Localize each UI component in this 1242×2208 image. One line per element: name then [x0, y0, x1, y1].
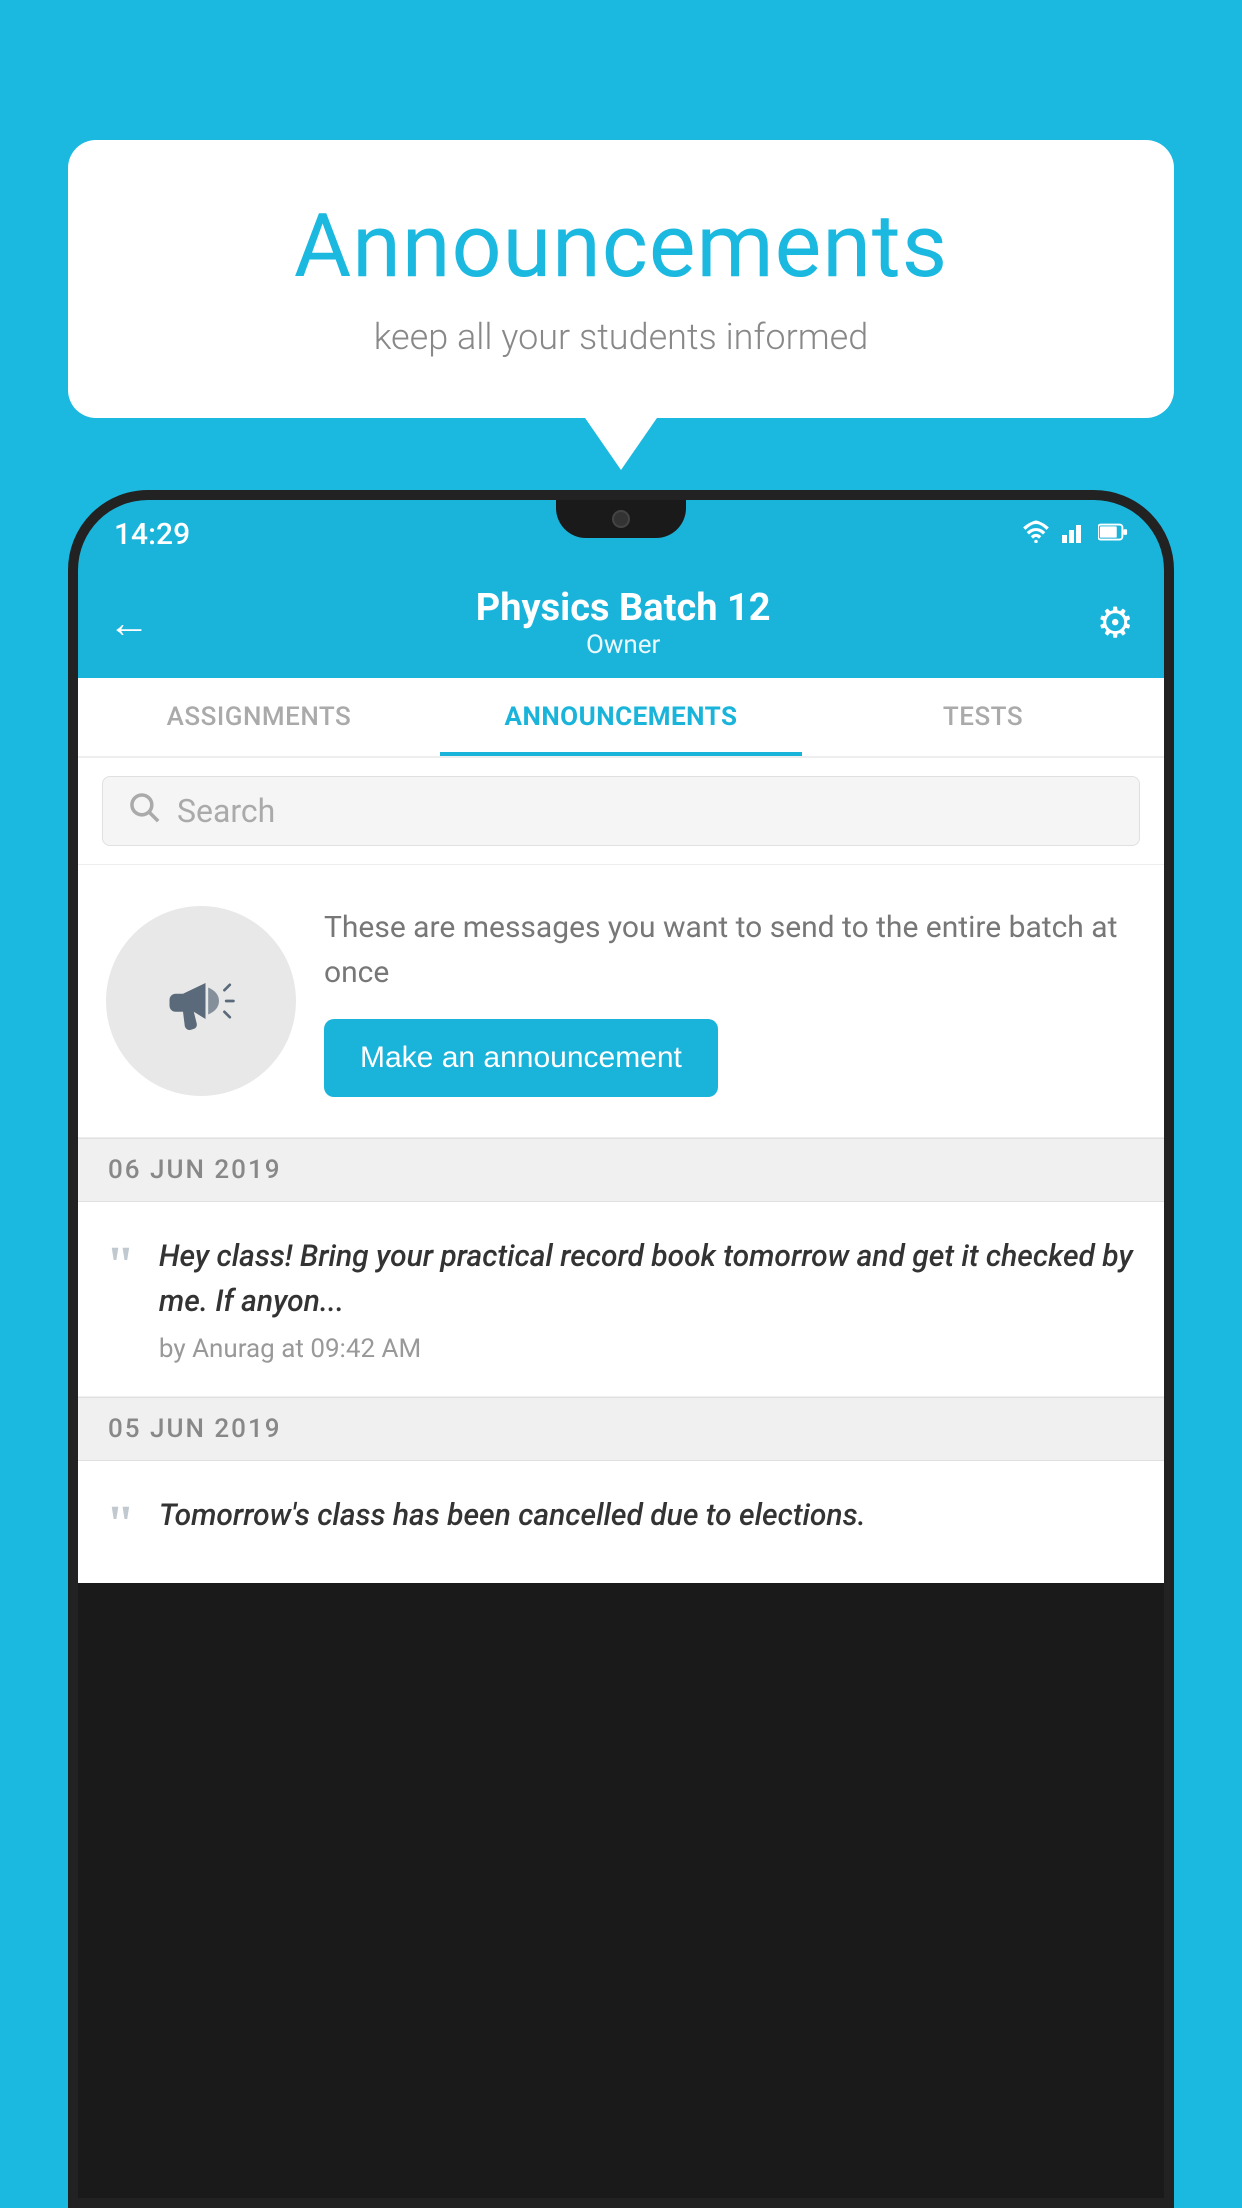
announcement-text-1: Hey class! Bring your practical record b…	[159, 1234, 1136, 1324]
promo-icon-circle	[106, 906, 296, 1096]
header-title-container: Physics Batch 12 Owner	[150, 586, 1096, 660]
status-bar: 14:29	[78, 500, 1164, 568]
announcement-meta-1: by Anurag at 09:42 AM	[159, 1334, 1136, 1364]
promo-right: These are messages you want to send to t…	[324, 905, 1136, 1097]
search-icon	[127, 790, 161, 833]
speech-bubble-title: Announcements	[128, 195, 1114, 298]
app-header: ← Physics Batch 12 Owner ⚙	[78, 568, 1164, 678]
battery-icon	[1098, 519, 1128, 549]
back-button[interactable]: ←	[108, 599, 150, 648]
speech-bubble-subtitle: keep all your students informed	[128, 316, 1114, 358]
announcement-item-2[interactable]: " Tomorrow's class has been cancelled du…	[78, 1461, 1164, 1583]
tab-assignments[interactable]: ASSIGNMENTS	[78, 678, 440, 756]
search-bar[interactable]: Search	[102, 776, 1140, 846]
promo-description: These are messages you want to send to t…	[324, 905, 1136, 995]
header-title: Physics Batch 12	[150, 586, 1096, 630]
date-separator-1: 06 JUN 2019	[78, 1138, 1164, 1202]
megaphone-icon	[156, 956, 246, 1046]
announcement-text-2: Tomorrow's class has been cancelled due …	[159, 1493, 1136, 1538]
announcement-content-2: Tomorrow's class has been cancelled due …	[159, 1493, 1136, 1548]
tab-announcements[interactable]: ANNOUNCEMENTS	[440, 678, 802, 756]
settings-icon[interactable]: ⚙	[1096, 598, 1134, 648]
date-separator-2: 05 JUN 2019	[78, 1397, 1164, 1461]
quote-icon-2: "	[106, 1499, 135, 1551]
search-placeholder: Search	[177, 792, 275, 830]
notch	[556, 500, 686, 538]
wifi-icon	[1022, 519, 1050, 550]
make-announcement-button[interactable]: Make an announcement	[324, 1019, 718, 1097]
speech-bubble: Announcements keep all your students inf…	[68, 140, 1174, 418]
tab-tests[interactable]: TESTS	[802, 678, 1164, 756]
signal-icon	[1062, 519, 1086, 550]
phone-frame: 14:29	[68, 490, 1174, 2208]
announcement-item-1[interactable]: " Hey class! Bring your practical record…	[78, 1202, 1164, 1397]
quote-icon-1: "	[106, 1240, 135, 1292]
promo-section: These are messages you want to send to t…	[78, 865, 1164, 1138]
status-time: 14:29	[114, 517, 190, 552]
speech-bubble-container: Announcements keep all your students inf…	[68, 140, 1174, 418]
tabs-container: ASSIGNMENTS ANNOUNCEMENTS TESTS	[78, 678, 1164, 758]
app-body: Search These are messages you want to se…	[78, 758, 1164, 1583]
header-subtitle: Owner	[150, 630, 1096, 660]
announcement-content-1: Hey class! Bring your practical record b…	[159, 1234, 1136, 1364]
camera-notch	[612, 510, 630, 528]
search-bar-container: Search	[78, 758, 1164, 865]
status-icons	[1022, 519, 1128, 550]
